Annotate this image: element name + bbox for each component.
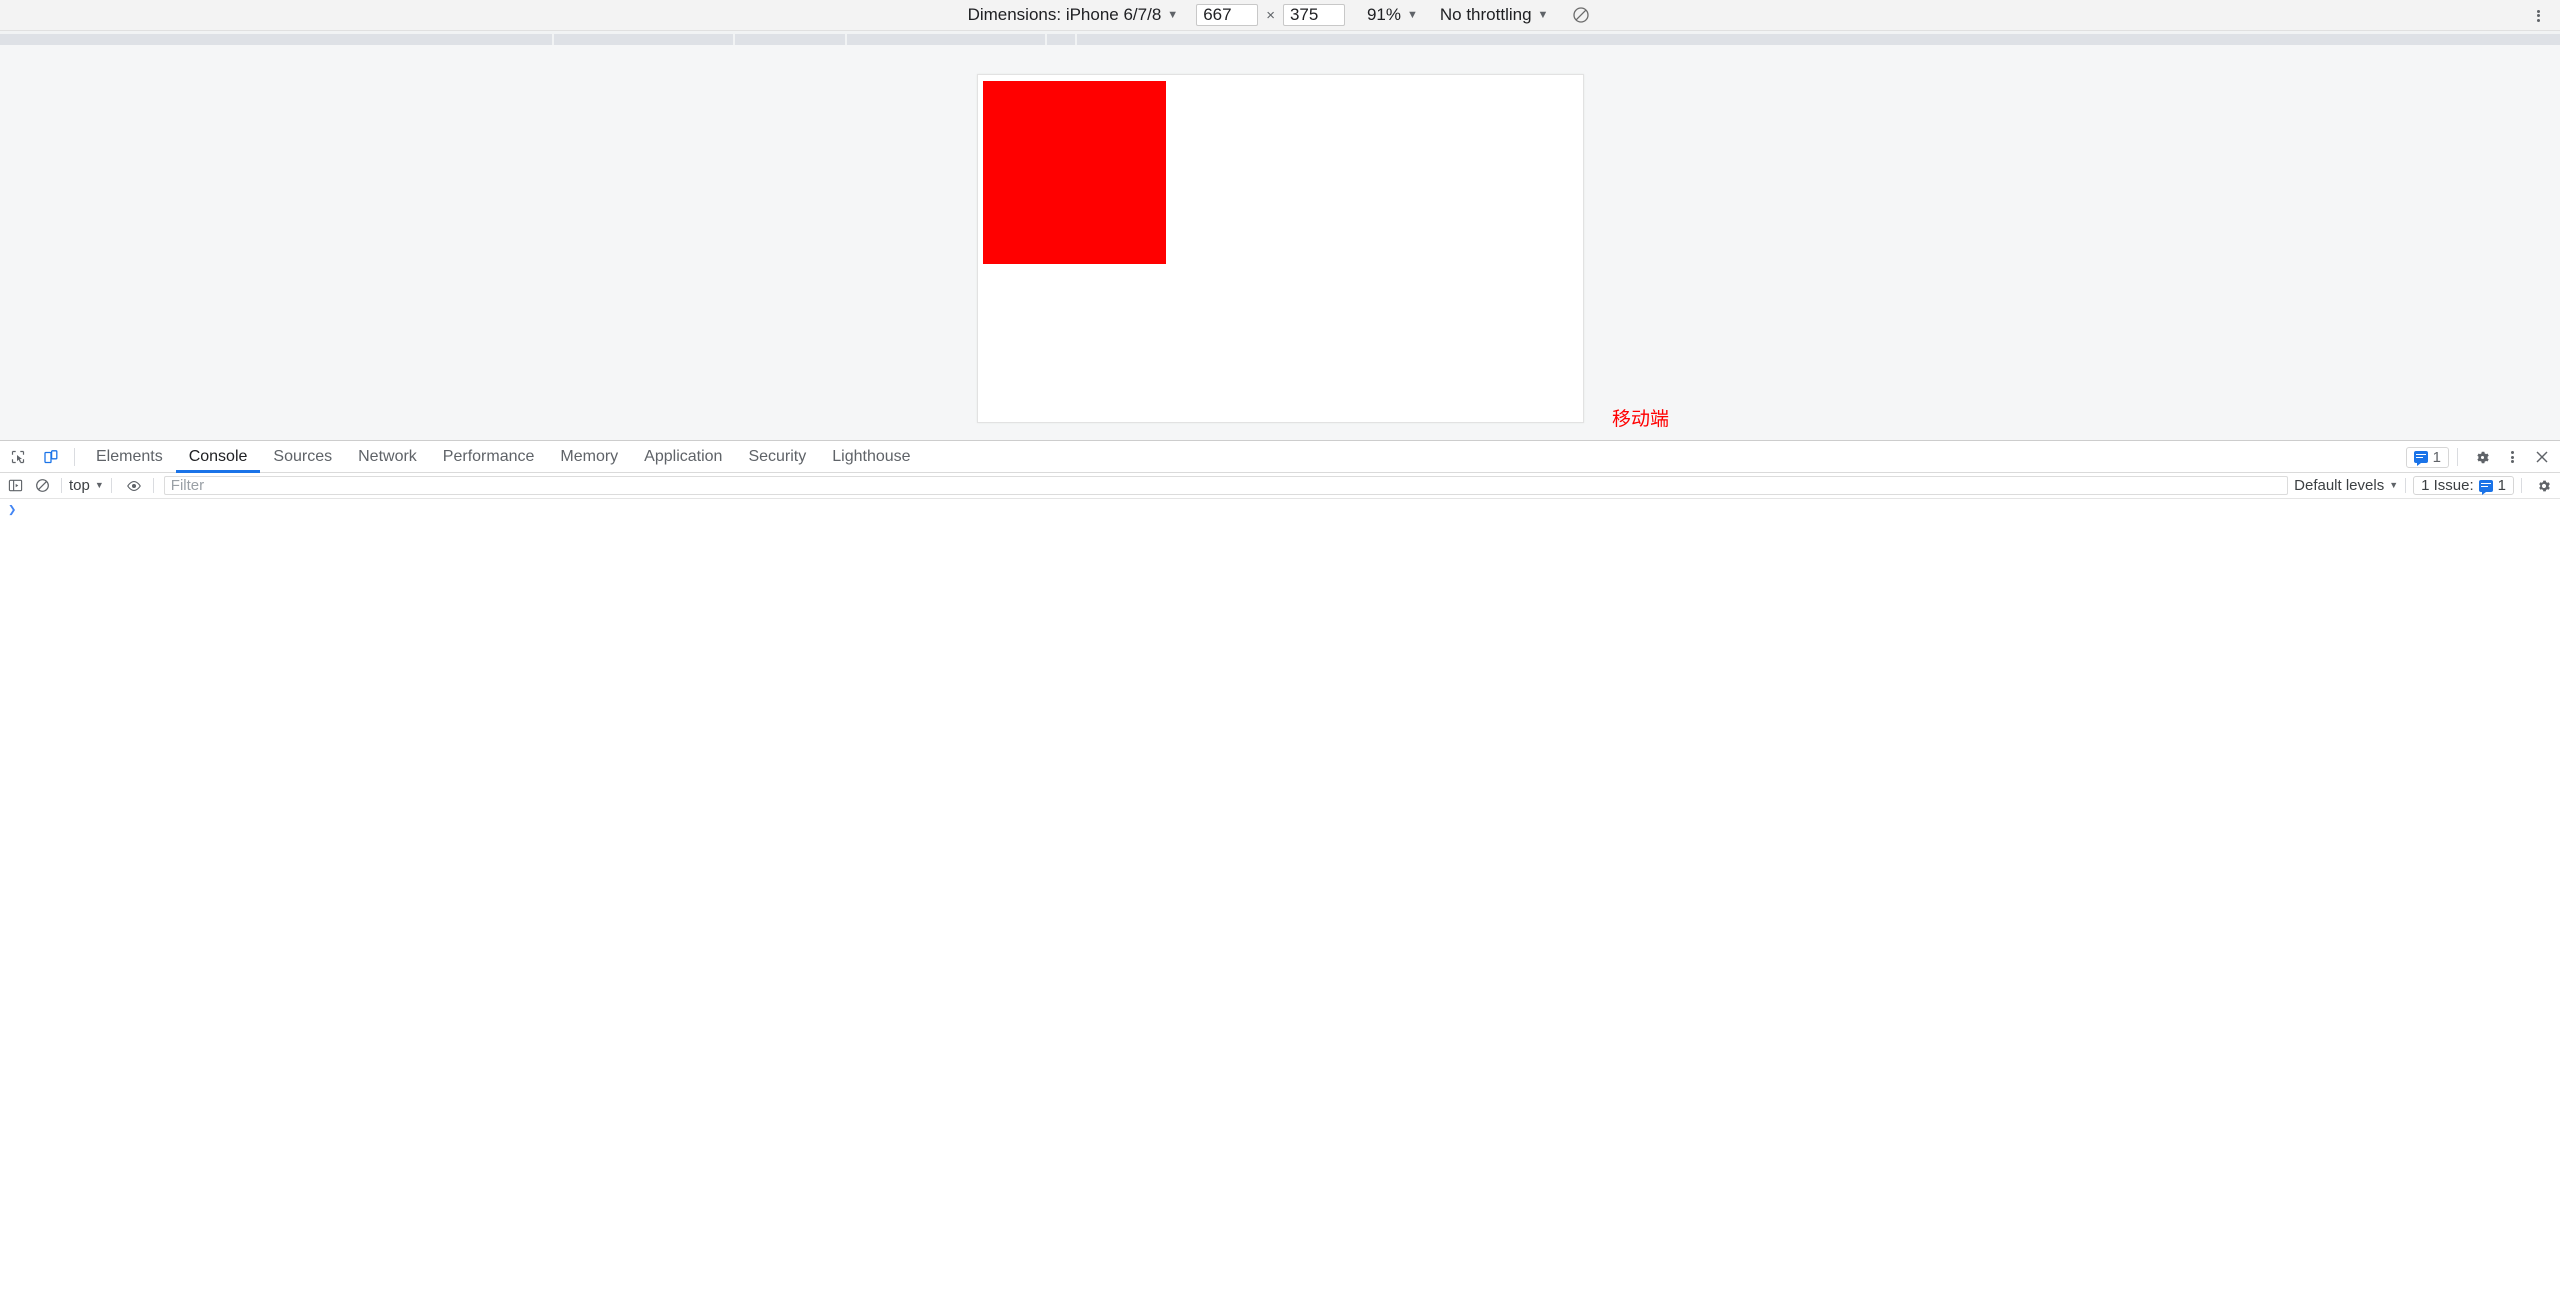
execution-context-dropdown[interactable]: top ▼: [69, 477, 104, 494]
console-settings-gear-icon[interactable]: [2532, 475, 2556, 497]
tab-memory[interactable]: Memory: [547, 441, 631, 473]
ruler-tick: [1045, 34, 1047, 45]
message-count-pill[interactable]: 1: [2405, 446, 2449, 468]
device-toolbar-more-options[interactable]: [2524, 0, 2552, 31]
device-preset-label: Dimensions: iPhone 6/7/8: [967, 5, 1162, 24]
prompt-chevron-icon: ❯: [8, 503, 17, 519]
kebab-dot: [2536, 18, 2540, 22]
tab-label: Sources: [273, 447, 333, 465]
log-levels-dropdown[interactable]: Default levels ▼: [2294, 477, 2398, 494]
message-count-label: 1: [2432, 448, 2441, 466]
tab-label: Performance: [442, 447, 535, 465]
live-expression-icon[interactable]: [122, 475, 146, 497]
zoom-label: 91%: [1366, 5, 1401, 24]
ruler-band: [0, 34, 2560, 45]
console-sidebar-icon[interactable]: [3, 475, 27, 497]
device-emulation-canvas: 移动端: [0, 45, 2560, 440]
kebab-dot: [2510, 455, 2514, 459]
console-prompt-row[interactable]: ❯: [0, 499, 2560, 521]
device-preset-dropdown[interactable]: Dimensions: iPhone 6/7/8 ▼: [968, 5, 1179, 25]
clear-console-icon[interactable]: [30, 475, 54, 497]
kebab-dot: [2510, 460, 2514, 463]
message-badge-icon: [2413, 451, 2428, 466]
console-toolbar-right-controls: Default levels ▼ 1 Issue: 1: [2294, 475, 2556, 497]
execution-context-label: top: [69, 477, 90, 494]
tab-label: Lighthouse: [832, 447, 911, 465]
tab-security[interactable]: Security: [735, 441, 819, 473]
tab-sources[interactable]: Sources: [260, 441, 345, 473]
chevron-down-icon: ▼: [2389, 480, 2399, 490]
chevron-down-icon: ▼: [1406, 8, 1418, 21]
kebab-dot: [2510, 451, 2514, 454]
tab-label: Elements: [96, 447, 163, 465]
chevron-down-icon: ▼: [1167, 8, 1179, 21]
toolbar-divider: [152, 478, 154, 493]
dimension-separator: ×: [1266, 6, 1275, 24]
zoom-dropdown[interactable]: 91% ▼: [1367, 5, 1418, 25]
filter-input[interactable]: [163, 476, 2289, 495]
tab-label: Console: [188, 447, 248, 465]
tab-application[interactable]: Application: [631, 441, 735, 473]
throttling-label: No throttling: [1439, 5, 1532, 24]
viewport-ruler[interactable]: [0, 31, 2560, 45]
throttling-dropdown[interactable]: No throttling ▼: [1440, 5, 1549, 25]
toolbar-divider: [110, 478, 112, 493]
console-message-list: ❯: [0, 499, 2560, 1295]
ruler-tick: [733, 34, 735, 45]
tab-network[interactable]: Network: [345, 441, 430, 473]
viewport-width-input[interactable]: [1196, 4, 1259, 26]
tab-console[interactable]: Console: [175, 441, 261, 473]
tab-label: Network: [358, 447, 417, 465]
devtools-panel: Elements Console Sources Network Perform…: [0, 440, 2560, 1296]
console-toolbar: top ▼ Default levels ▼ 1 Issue:: [0, 473, 2560, 499]
tab-elements[interactable]: Elements: [83, 441, 176, 473]
device-toolbar-icon[interactable]: [36, 443, 66, 471]
log-levels-label: Default levels: [2294, 477, 2385, 494]
chevron-down-icon: ▼: [1537, 8, 1549, 21]
issues-label: 1 Issue:: [2421, 477, 2474, 494]
toolbar-divider: [61, 478, 62, 493]
close-icon[interactable]: [2528, 443, 2556, 471]
devtools-tabbar-right-controls: 1: [2405, 441, 2556, 473]
kebab-dot: [2536, 14, 2540, 17]
issues-pill[interactable]: 1 Issue: 1: [2413, 476, 2514, 495]
tab-lighthouse[interactable]: Lighthouse: [819, 441, 923, 473]
chevron-down-icon: ▼: [94, 480, 104, 490]
message-badge-icon: [2478, 479, 2493, 495]
viewport-height-input[interactable]: [1282, 4, 1345, 26]
inspect-element-icon[interactable]: [3, 443, 33, 471]
red-square-element: [983, 81, 1166, 264]
emulated-viewport[interactable]: [977, 74, 1584, 423]
devtools-more-options[interactable]: [2498, 443, 2526, 471]
tab-label: Memory: [560, 447, 619, 465]
toolbar-divider: [2405, 478, 2407, 493]
tab-label: Application: [644, 447, 723, 465]
toolbar-divider: [2457, 448, 2458, 466]
tab-label: Security: [748, 447, 807, 465]
toolbar-divider: [2521, 478, 2522, 493]
toolbar-divider: [74, 447, 75, 466]
ruler-tick: [552, 34, 554, 45]
ruler-tick: [845, 34, 847, 45]
kebab-dot: [2536, 9, 2540, 13]
panel-tabs: Elements Console Sources Network Perform…: [83, 441, 924, 473]
issues-count-label: 1: [2497, 477, 2506, 494]
ruler-tick: [1075, 34, 1077, 45]
rotate-icon[interactable]: [1570, 4, 1592, 26]
tab-performance[interactable]: Performance: [430, 441, 548, 473]
devtools-tabbar: Elements Console Sources Network Perform…: [0, 441, 2560, 473]
gear-icon[interactable]: [2468, 443, 2496, 471]
mobile-annotation-label: 移动端: [1612, 409, 1670, 430]
device-mode-toolbar: Dimensions: iPhone 6/7/8 ▼ × 91% ▼ No th…: [0, 0, 2560, 31]
